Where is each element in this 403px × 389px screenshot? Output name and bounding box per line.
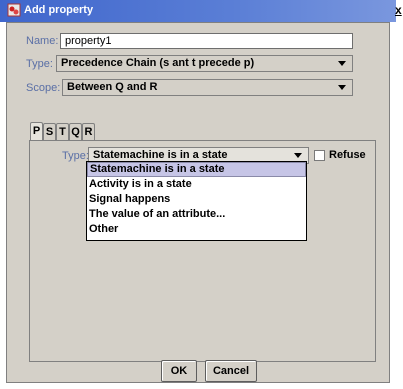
refuse-label: Refuse (329, 149, 366, 161)
type-label: Type: (26, 58, 53, 70)
list-item[interactable]: Activity is in a state (87, 177, 306, 192)
title-bar: Add property (0, 0, 396, 22)
tab-t[interactable]: T (56, 123, 69, 140)
refuse-checkbox[interactable] (314, 150, 325, 161)
panel-type-label: Type: (62, 150, 89, 162)
list-item[interactable]: Other (87, 222, 306, 237)
ok-button[interactable]: OK (161, 360, 197, 382)
tab-q[interactable]: Q (69, 123, 82, 140)
type-select-value: Precedence Chain (s ant t precede p) (61, 57, 255, 69)
chevron-down-icon (338, 85, 346, 90)
cancel-button[interactable]: Cancel (205, 360, 257, 382)
name-input[interactable]: property1 (60, 33, 353, 49)
scope-label: Scope: (26, 82, 61, 94)
tab-p[interactable]: P (30, 122, 43, 141)
name-label: Name: (26, 35, 59, 47)
app-icon (7, 3, 21, 17)
panel-type-select-value: Statemachine is in a state (93, 149, 228, 161)
close-button[interactable]: x (395, 3, 402, 17)
chevron-down-icon (294, 153, 302, 158)
chevron-down-icon (338, 61, 346, 66)
window-title: Add property (24, 4, 94, 16)
list-item[interactable]: Statemachine is in a state (87, 162, 306, 177)
list-item[interactable]: Signal happens (87, 192, 306, 207)
list-item[interactable]: The value of an attribute... (87, 207, 306, 222)
tab-r[interactable]: R (82, 123, 95, 140)
tab-s[interactable]: S (43, 123, 56, 140)
type-select[interactable]: Precedence Chain (s ant t precede p) (56, 55, 353, 72)
type-options-list: Statemachine is in a state Activity is i… (86, 161, 307, 241)
scope-select-value: Between Q and R (67, 81, 158, 93)
dialog-body: Name: property1 Type: Precedence Chain (… (6, 22, 390, 383)
scope-select[interactable]: Between Q and R (62, 79, 353, 96)
